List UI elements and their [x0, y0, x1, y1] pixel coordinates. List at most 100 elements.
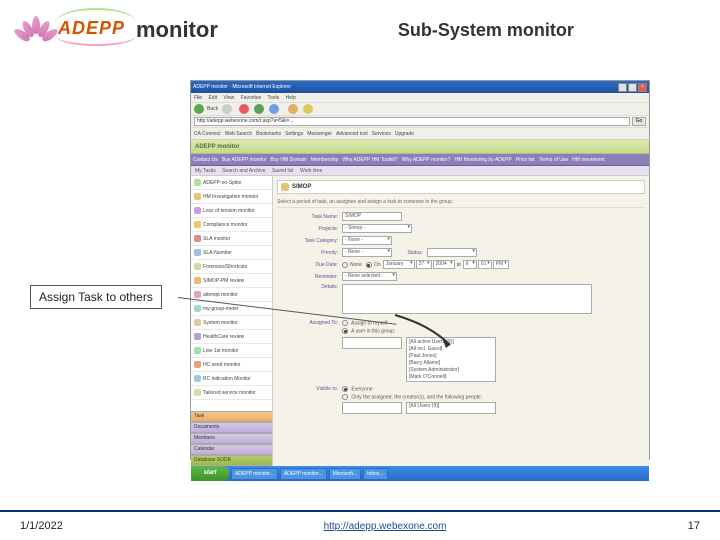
tab-why-toolkit[interactable]: Why ADEPP HM Toolkit? — [342, 157, 397, 163]
back-icon[interactable] — [194, 104, 204, 114]
sidebar-item-forensics[interactable]: Forensics/Shortcuts — [191, 260, 272, 274]
menu-view[interactable]: View — [223, 95, 234, 101]
sidebar-section-task[interactable]: Task — [191, 411, 272, 422]
tab-membership[interactable]: Membership — [311, 157, 339, 163]
listbox-visible[interactable]: [All Users (9)] — [406, 402, 496, 414]
select-month[interactable]: January — [383, 260, 415, 269]
sidebar-item-compliance[interactable]: Compliance monitor — [191, 218, 272, 232]
tab-why-monitor[interactable]: Why ADEPP monitor? — [402, 157, 451, 163]
select-hour[interactable]: 6 — [463, 260, 477, 269]
ie-title-text: ADEPP monitor - Microsoft Internet Explo… — [193, 84, 291, 90]
sidebar-item-rc[interactable]: RC indication Monitor — [191, 372, 272, 386]
sidebar-item-simop[interactable]: SIMOP-PM review — [191, 274, 272, 288]
radio-due-on[interactable] — [366, 262, 372, 268]
select-year[interactable]: 2004 — [433, 260, 455, 269]
sidebar-item-label: Forensics/Shortcuts — [203, 260, 247, 274]
radio-everyone[interactable] — [342, 386, 348, 392]
sidebar-section-documents[interactable]: Documents — [191, 422, 272, 433]
folder-icon — [194, 319, 201, 326]
radio-due-none[interactable] — [342, 262, 348, 268]
tab-buy-monitor[interactable]: Buy ADEPP monitor — [222, 157, 267, 163]
sidebar-item-investigation[interactable]: HM Investigation monitor — [191, 190, 272, 204]
select-ampm[interactable]: PM — [493, 260, 509, 269]
sidebar-item-slanumber[interactable]: SLA-Number — [191, 246, 272, 260]
link-settings[interactable]: Settings — [285, 128, 303, 140]
menu-edit[interactable]: Edit — [208, 95, 217, 101]
task-item[interactable]: Microsoft... — [329, 468, 361, 480]
sidebar-section-calendar[interactable]: Calendar — [191, 444, 272, 455]
select-priority[interactable]: - None - — [342, 248, 392, 257]
tab-buy-domain[interactable]: Buy HM Domain — [270, 157, 306, 163]
tab-terms[interactable]: Terms of Use — [539, 157, 568, 163]
stop-icon[interactable] — [239, 104, 249, 114]
menu-tools[interactable]: Tools — [267, 95, 279, 101]
sidebar-section-database[interactable]: Database SODB — [191, 455, 272, 466]
folder-icon — [194, 277, 201, 284]
slide-subtitle: Sub-System monitor — [398, 20, 574, 41]
search-icon[interactable] — [288, 104, 298, 114]
callout-text: Assign Task to others — [39, 290, 153, 304]
task-item[interactable]: Inbox... — [363, 468, 387, 480]
ie-menubar: File Edit View Favorites Tools Help — [191, 93, 649, 103]
sidebar-item-healthcare[interactable]: HealthCare review — [191, 330, 272, 344]
sidebar-item-label: SLA monitor — [203, 232, 230, 246]
radio-myself[interactable] — [342, 320, 348, 326]
sidebar-item-spike[interactable]: ADEPP-on-Spike — [191, 176, 272, 190]
select-category[interactable]: - None - — [342, 236, 392, 245]
start-button[interactable]: start — [191, 466, 229, 481]
assignee-option[interactable]: Simon Parker — [409, 381, 493, 382]
go-button[interactable]: Go — [632, 117, 646, 126]
link-upgrade[interactable]: Upgrade — [395, 128, 414, 140]
task-item[interactable]: ADEPP monitor... — [280, 468, 327, 480]
minimize-button[interactable]: _ — [618, 83, 627, 92]
sidebar-item-hcseed[interactable]: HC seed monitor — [191, 358, 272, 372]
menu-favorites[interactable]: Favorites — [241, 95, 262, 101]
sidebar-item-tension[interactable]: Loss of tension monitor — [191, 204, 272, 218]
link-search[interactable]: Web Search — [225, 128, 252, 140]
assignee-option[interactable]: [System Administrator] — [409, 367, 493, 374]
maximize-button[interactable]: □ — [628, 83, 637, 92]
forward-icon[interactable] — [222, 104, 232, 114]
link-bookmarks[interactable]: Bookmarks — [256, 128, 281, 140]
link-connect[interactable]: CA Connect — [194, 128, 221, 140]
sidebar-item-system[interactable]: System monitor — [191, 316, 272, 330]
radio-selected[interactable] — [342, 394, 348, 400]
radio-group[interactable] — [342, 328, 348, 334]
tab-hm-monitor[interactable]: HM Monitoring by ADEPP — [455, 157, 512, 163]
select-reminder[interactable]: - None selected - — [342, 272, 397, 281]
footer-url: http://adepp.webexone.com — [170, 521, 600, 532]
assignee-option[interactable]: [Barry Allame] — [409, 360, 493, 367]
link-services[interactable]: Services — [372, 128, 391, 140]
sidebar-item-sla[interactable]: SLA monitor — [191, 232, 272, 246]
row-visible: Visible to: Everyone Only the assigned, … — [277, 386, 645, 415]
subtab-savedlist[interactable]: Saved list — [272, 168, 294, 174]
menu-help[interactable]: Help — [286, 95, 296, 101]
home-icon[interactable] — [269, 104, 279, 114]
subtab-search[interactable]: Search and Archive — [222, 168, 265, 174]
link-messenger[interactable]: Messenger — [307, 128, 332, 140]
input-visible-filter[interactable] — [342, 402, 402, 414]
select-status[interactable] — [427, 248, 477, 257]
assignee-option[interactable]: [Mark O'Connell] — [409, 374, 493, 381]
label-assigned: Assigned To: — [277, 320, 342, 326]
select-day[interactable]: 27 — [416, 260, 432, 269]
close-button[interactable]: × — [638, 83, 647, 92]
sidebar-section-members[interactable]: Members — [191, 433, 272, 444]
sidebar-item-tailored[interactable]: Tailored service monitor — [191, 386, 272, 400]
subtab-worktime[interactable]: Work time — [300, 168, 322, 174]
app-sidebar: ADEPP-on-Spike HM Investigation monitor … — [191, 176, 273, 466]
favorites-icon[interactable] — [303, 104, 313, 114]
tab-pricelist[interactable]: Price list — [516, 157, 535, 163]
tab-contact[interactable]: Contact Us — [193, 157, 218, 163]
refresh-icon[interactable] — [254, 104, 264, 114]
input-taskname[interactable]: SIMOP — [342, 212, 402, 221]
menu-file[interactable]: File — [194, 95, 202, 101]
address-input[interactable]: http://adepp.webexone.com/r.asp?a=5&i=..… — [194, 117, 630, 126]
sidebar-item-low1st[interactable]: Low-1st monitor — [191, 344, 272, 358]
subtab-mytasks[interactable]: My Tasks — [195, 168, 216, 174]
select-min[interactable]: 01 — [478, 260, 492, 269]
link-advanced[interactable]: Advanced tool — [336, 128, 368, 140]
tab-movement[interactable]: HM movement — [572, 157, 605, 163]
task-item[interactable]: ADEPP monitor... — [231, 468, 278, 480]
select-project[interactable]: - Simop - — [342, 224, 412, 233]
